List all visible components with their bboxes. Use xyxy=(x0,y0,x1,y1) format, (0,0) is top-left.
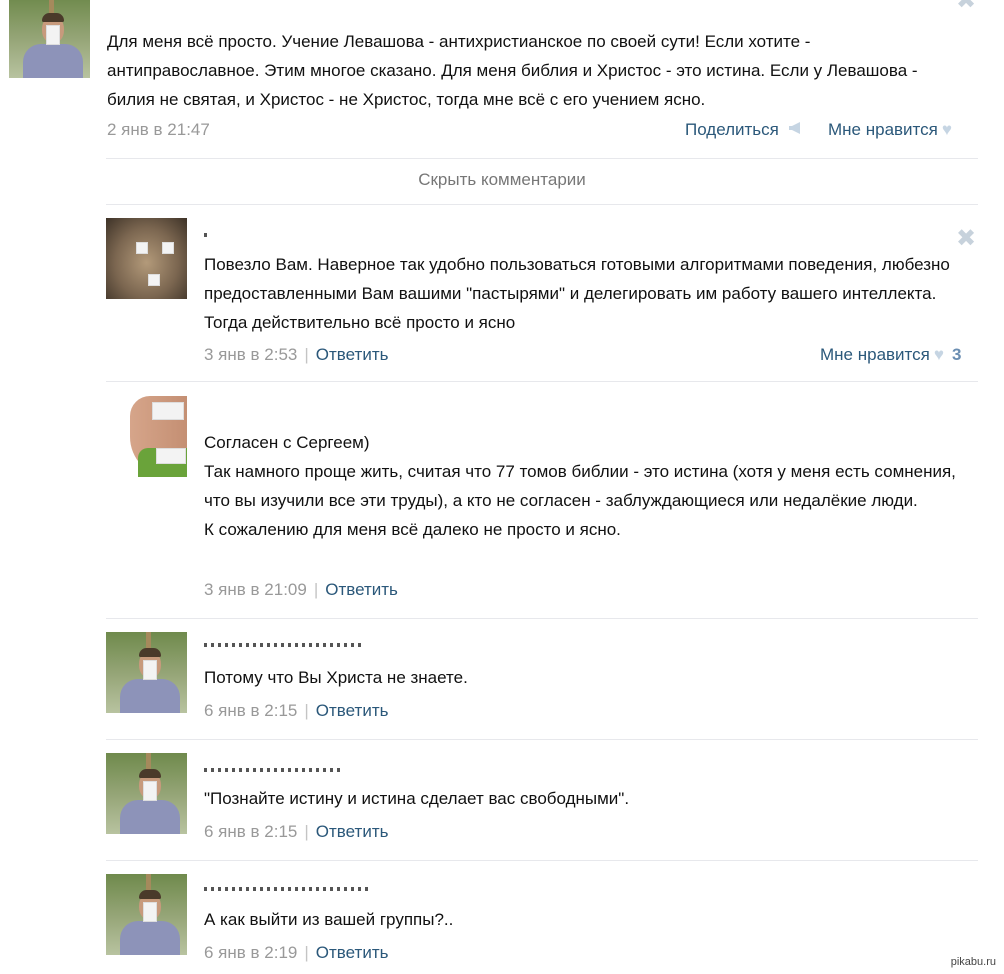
comment-author-name[interactable] xyxy=(204,643,364,647)
comment-text: А как выйти из вашей группы?.. xyxy=(204,910,454,929)
divider xyxy=(106,204,978,205)
comment-like-button[interactable]: Мне нравится ♥ 3 xyxy=(820,345,961,365)
reply-button[interactable]: Ответить xyxy=(325,580,398,599)
post-timestamp[interactable]: 2 янв в 21:47 xyxy=(107,120,210,140)
share-button[interactable]: Поделиться xyxy=(685,120,804,140)
comment-text: "Познайте истину и истина сделает вас св… xyxy=(204,789,630,808)
hide-comments-button[interactable]: Скрыть комментарии xyxy=(0,170,1004,190)
comment-text-line: К сожалению для меня всё далеко не прост… xyxy=(204,520,621,539)
heart-icon: ♥ xyxy=(933,345,944,364)
comment-timestamp[interactable]: 6 янв в 2:15 xyxy=(204,701,297,720)
comment-close-icon[interactable]: ✖ xyxy=(956,224,976,253)
comment-meta: 3 янв в 21:09 | Ответить xyxy=(204,580,398,599)
post-author-avatar[interactable] xyxy=(9,0,90,78)
comment-text: Согласен с Сергеем) Так намного проще жи… xyxy=(204,428,964,544)
comment-text: Повезло Вам. Наверное так удобно пользов… xyxy=(204,255,950,332)
comment-author-avatar[interactable] xyxy=(106,396,187,477)
comment-author-name[interactable] xyxy=(204,768,344,772)
comment-timestamp[interactable]: 3 янв в 21:09 xyxy=(204,580,307,599)
post-like-button[interactable]: Мне нравится ♥ xyxy=(828,120,952,140)
like-count: 3 xyxy=(951,345,962,364)
post-close-icon[interactable]: ✖ xyxy=(956,0,976,15)
reply-button[interactable]: Ответить xyxy=(316,822,389,841)
comment-author-name[interactable] xyxy=(204,887,368,891)
megaphone-icon xyxy=(788,120,804,140)
divider xyxy=(106,739,978,740)
divider xyxy=(106,618,978,619)
comment-author-avatar[interactable] xyxy=(106,874,187,955)
comment-text-line: Согласен с Сергеем) xyxy=(204,433,370,452)
comment-meta: 6 янв в 2:15 | Ответить xyxy=(204,701,389,720)
comment-timestamp[interactable]: 3 янв в 2:53 xyxy=(204,345,297,364)
divider xyxy=(106,381,978,382)
heart-icon: ♥ xyxy=(941,120,952,139)
comment-meta: 3 янв в 2:53 | Ответить xyxy=(204,345,389,364)
post-like-label: Мне нравится xyxy=(828,120,938,139)
share-label: Поделиться xyxy=(685,120,779,139)
reply-button[interactable]: Ответить xyxy=(316,345,389,364)
comment-text: Потому что Вы Христа не знаете. xyxy=(204,668,468,687)
comment-author-avatar[interactable] xyxy=(106,218,187,299)
comment-author-avatar[interactable] xyxy=(106,753,187,834)
divider xyxy=(106,860,978,861)
post-text: Для меня всё просто. Учение Левашова - а… xyxy=(107,32,918,109)
watermark: pikabu.ru xyxy=(950,956,996,968)
comment-meta: 6 янв в 2:15 | Ответить xyxy=(204,822,389,841)
comment-meta: 6 янв в 2:19 | Ответить xyxy=(204,943,389,962)
reply-button[interactable]: Ответить xyxy=(316,701,389,720)
comment-timestamp[interactable]: 6 янв в 2:19 xyxy=(204,943,297,962)
comment-text-line: Так намного проще жить, считая что 77 то… xyxy=(204,462,956,510)
comment-like-label: Мне нравится xyxy=(820,345,930,364)
comment-author-name[interactable] xyxy=(204,233,207,237)
comment-timestamp[interactable]: 6 янв в 2:15 xyxy=(204,822,297,841)
divider xyxy=(106,158,978,159)
comment-author-avatar[interactable] xyxy=(106,632,187,713)
reply-button[interactable]: Ответить xyxy=(316,943,389,962)
